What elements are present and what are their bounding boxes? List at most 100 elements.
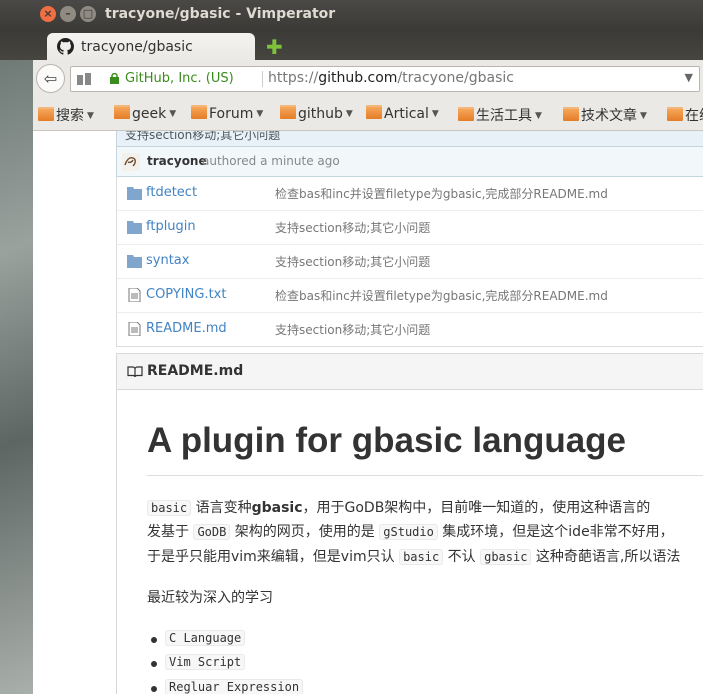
bookmark-folder-geek[interactable]: geek ▼: [114, 105, 176, 122]
bookmark-folder-life-tools[interactable]: 生活工具 ▼: [458, 105, 542, 125]
inline-code: gbasic: [480, 549, 532, 565]
inline-code: gStudio: [379, 524, 438, 540]
github-icon: [57, 38, 74, 55]
table-row: README.md 支持section移动;其它小问题: [117, 313, 703, 346]
folder-icon: [38, 107, 54, 121]
window-minimize-button[interactable]: –: [60, 6, 76, 22]
tab-strip: tracyone/gbasic ✚: [0, 30, 703, 60]
bookmark-folder-artical[interactable]: Artical ▼: [366, 105, 439, 122]
url-path: /tracyone/gbasic: [397, 70, 514, 86]
file-commit-message[interactable]: 支持section移动;其它小问题: [275, 321, 430, 338]
chevron-down-icon: ▼: [169, 109, 177, 119]
url-scheme: https://: [268, 70, 319, 86]
navigation-bar: ⇦ GitHub, Inc. (US) https://github.com/t…: [33, 60, 703, 99]
folder-icon: [667, 107, 683, 121]
inline-code: basic: [147, 500, 192, 516]
url-host: github.com: [318, 70, 398, 86]
table-row: COPYING.txt 检查bas和inc并设置filetype为gbasic,…: [117, 279, 703, 313]
folder-icon: [563, 107, 579, 121]
file-icon: [128, 288, 141, 302]
file-icon: [128, 322, 141, 336]
file-link[interactable]: COPYING.txt: [146, 287, 226, 302]
text: 不认: [443, 549, 481, 565]
window-maximize-button[interactable]: □: [80, 6, 96, 22]
folder-icon: [458, 107, 474, 121]
book-icon: [127, 366, 143, 377]
chevron-down-icon: ▼: [345, 109, 353, 119]
file-link[interactable]: README.md: [146, 321, 227, 336]
site-identity[interactable]: GitHub, Inc. (US): [125, 71, 234, 86]
heading-divider: [147, 475, 703, 476]
new-tab-button[interactable]: ✚: [266, 35, 283, 59]
file-link[interactable]: ftdetect: [146, 185, 197, 200]
bookmark-label: 搜索: [56, 108, 84, 124]
bookmark-label: Forum: [209, 106, 254, 122]
file-link[interactable]: syntax: [146, 253, 189, 268]
identity-separator: [262, 71, 263, 87]
bookmark-folder-github[interactable]: github ▼: [280, 105, 353, 122]
file-link[interactable]: ftplugin: [146, 219, 196, 234]
tab-groups-icon[interactable]: [77, 73, 91, 85]
file-commit-message[interactable]: 支持section移动;其它小问题: [275, 219, 430, 236]
text: 集成环境，但是这个ide非常不好用，: [437, 524, 674, 540]
folder-icon: [127, 255, 142, 268]
bookmark-folder-search[interactable]: 搜索 ▼: [38, 105, 94, 125]
bookmark-folder-tech-articles[interactable]: 技术文章 ▼: [563, 105, 647, 125]
file-commit-message[interactable]: 检查bas和inc并设置filetype为gbasic,完成部分README.m…: [275, 287, 608, 304]
readme-paragraph-2: 发基于 GoDB 架构的网页，使用的是 gStudio 集成环境，但是这个ide…: [147, 521, 674, 541]
chevron-down-icon: ▼: [256, 109, 264, 119]
readme-heading: A plugin for gbasic language: [147, 421, 627, 460]
list-item: Vim Script: [151, 654, 246, 670]
folder-icon: [127, 221, 142, 234]
url-bar[interactable]: GitHub, Inc. (US) https://github.com/tra…: [70, 66, 700, 92]
tab-label: tracyone/gbasic: [81, 39, 193, 55]
folder-icon: [366, 105, 382, 119]
commit-message[interactable]: 支持section移动;其它小问题: [116, 131, 703, 147]
bookmark-label: geek: [132, 106, 167, 122]
file-commit-message[interactable]: 检查bas和inc并设置filetype为gbasic,完成部分README.m…: [275, 185, 608, 202]
tab-tracyone-gbasic[interactable]: tracyone/gbasic: [47, 33, 255, 60]
page-content: 支持section移动;其它小问题 tracyone authored a mi…: [33, 131, 703, 694]
bookmark-folder-online[interactable]: 在线: [667, 105, 703, 125]
desktop-background: [0, 60, 33, 694]
inline-code: GoDB: [193, 524, 231, 540]
table-row: ftdetect 检查bas和inc并设置filetype为gbasic,完成部…: [117, 177, 703, 211]
bookmark-label: github: [298, 106, 343, 122]
bookmark-label: 在线: [685, 108, 703, 124]
bullet: [151, 637, 157, 643]
chevron-down-icon[interactable]: ▼: [685, 71, 693, 84]
inline-code: C Language: [165, 630, 246, 646]
window-close-button[interactable]: ×: [40, 6, 56, 22]
chevron-down-icon: ▼: [431, 109, 439, 119]
readme-paragraph-3: 于是乎只能用vim来编辑，但是vim只认 basic 不认 gbasic 这种奇…: [147, 546, 680, 566]
back-button[interactable]: ⇦: [36, 64, 65, 93]
text: 于是乎只能用vim来编辑，但是vim只认: [147, 549, 400, 565]
bookmarks-bar: 搜索 ▼ geek ▼ Forum ▼ github ▼ Artical ▼ 生活工具 ▼ …: [33, 98, 703, 131]
folder-icon: [191, 105, 207, 119]
commit-meta: tracyone authored a minute ago: [116, 147, 703, 177]
window-titlebar: × – □ tracyone/gbasic - Vimperator: [0, 0, 703, 30]
inline-code: basic: [399, 549, 444, 565]
text: 这种奇葩语言,所以语法: [531, 549, 681, 565]
bookmark-label: 生活工具: [476, 108, 532, 124]
readme-paragraph-4: 最近较为深入的学习: [147, 590, 273, 606]
file-commit-message[interactable]: 支持section移动;其它小问题: [275, 253, 430, 270]
commit-author[interactable]: tracyone: [147, 154, 207, 168]
list-item: Regluar Expression: [151, 679, 304, 694]
commit-time: authored a minute ago: [202, 154, 340, 168]
url-text[interactable]: https://github.com/tracyone/gbasic: [268, 70, 514, 86]
readme-paragraph-1: basic 语言变种gbasic，用于GoDB架构中，目前唯一知道的，使用这种语…: [147, 497, 650, 517]
file-list: ftdetect 检查bas和inc并设置filetype为gbasic,完成部…: [116, 177, 703, 347]
chevron-down-icon: ▼: [640, 111, 647, 121]
text: 发基于: [147, 524, 194, 540]
bookmark-folder-forum[interactable]: Forum ▼: [191, 105, 263, 122]
bookmark-label: Artical: [384, 106, 429, 122]
text: 架构的网页，使用的是: [230, 524, 380, 540]
chevron-down-icon: ▼: [87, 111, 94, 121]
window-title: tracyone/gbasic - Vimperator: [105, 6, 336, 22]
readme-body: A plugin for gbasic language basic 语言变种g…: [116, 389, 703, 694]
bullet: [151, 661, 157, 667]
avatar[interactable]: [122, 153, 140, 171]
lock-icon: [110, 73, 119, 84]
folder-icon: [280, 105, 296, 119]
